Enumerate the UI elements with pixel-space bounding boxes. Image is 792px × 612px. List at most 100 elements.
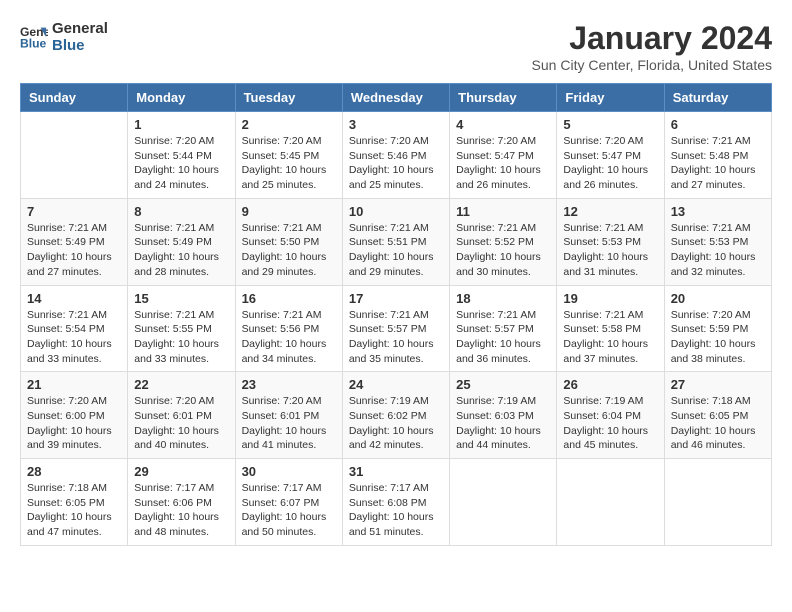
calendar-cell: 30Sunrise: 7:17 AM Sunset: 6:07 PM Dayli…	[235, 459, 342, 546]
day-info: Sunrise: 7:19 AM Sunset: 6:04 PM Dayligh…	[563, 394, 657, 453]
calendar-cell: 27 Sunrise: 7:18 AM Sunset: 6:05 PM Dayli…	[664, 372, 771, 459]
week-row-1: 1 Sunrise: 7:20 AM Sunset: 5:44 PM Daylig…	[21, 112, 772, 199]
day-number: 22	[134, 377, 228, 392]
day-number: 19	[563, 291, 657, 306]
month-title: January 2024	[532, 20, 772, 57]
day-info: Sunrise: 7:18 AM Sunset: 6:05 PM Dayligh…	[671, 394, 765, 453]
day-info: Sunrise: 7:21 AM Sunset: 5:48 PM Dayligh…	[671, 134, 765, 193]
calendar-cell: 5 Sunrise: 7:20 AM Sunset: 5:47 PM Daylig…	[557, 112, 664, 199]
day-number: 3	[349, 117, 443, 132]
calendar-cell: 12 Sunrise: 7:21 AM Sunset: 5:53 PM Dayli…	[557, 198, 664, 285]
calendar-cell: 17 Sunrise: 7:21 AM Sunset: 5:57 PM Dayli…	[342, 285, 449, 372]
day-info: Sunrise: 7:20 AM Sunset: 5:45 PM Dayligh…	[242, 134, 336, 193]
day-number: 20	[671, 291, 765, 306]
calendar-cell: 21 Sunrise: 7:20 AM Sunset: 6:00 PM Dayli…	[21, 372, 128, 459]
calendar-cell	[664, 459, 771, 546]
calendar-cell	[21, 112, 128, 199]
calendar-cell: 1 Sunrise: 7:20 AM Sunset: 5:44 PM Daylig…	[128, 112, 235, 199]
day-number: 17	[349, 291, 443, 306]
week-row-4: 21 Sunrise: 7:20 AM Sunset: 6:00 PM Dayli…	[21, 372, 772, 459]
day-info: Sunrise: 7:21 AM Sunset: 5:54 PM Dayligh…	[27, 308, 121, 367]
day-info: Sunrise: 7:20 AM Sunset: 5:44 PM Dayligh…	[134, 134, 228, 193]
calendar-cell: 20 Sunrise: 7:20 AM Sunset: 5:59 PM Dayli…	[664, 285, 771, 372]
day-number: 26	[563, 377, 657, 392]
calendar-cell: 9Sunrise: 7:21 AM Sunset: 5:50 PM Daylig…	[235, 198, 342, 285]
day-number: 4	[456, 117, 550, 132]
day-info: Sunrise: 7:20 AM Sunset: 5:47 PM Dayligh…	[456, 134, 550, 193]
day-number: 15	[134, 291, 228, 306]
day-info: Sunrise: 7:21 AM Sunset: 5:53 PM Dayligh…	[671, 221, 765, 280]
day-number: 23	[242, 377, 336, 392]
calendar-cell: 14 Sunrise: 7:21 AM Sunset: 5:54 PM Dayli…	[21, 285, 128, 372]
day-info: Sunrise: 7:21 AM Sunset: 5:53 PM Dayligh…	[563, 221, 657, 280]
calendar-cell: 15 Sunrise: 7:21 AM Sunset: 5:55 PM Dayli…	[128, 285, 235, 372]
weekday-header-monday: Monday	[128, 84, 235, 112]
weekday-header-row: SundayMondayTuesdayWednesdayThursdayFrid…	[21, 84, 772, 112]
day-info: Sunrise: 7:20 AM Sunset: 6:00 PM Dayligh…	[27, 394, 121, 453]
day-number: 28	[27, 464, 121, 479]
calendar-cell: 11 Sunrise: 7:21 AM Sunset: 5:52 PM Dayli…	[450, 198, 557, 285]
day-info: Sunrise: 7:17 AM Sunset: 6:08 PM Dayligh…	[349, 481, 443, 540]
day-number: 8	[134, 204, 228, 219]
calendar-cell: 23 Sunrise: 7:20 AM Sunset: 6:01 PM Dayli…	[235, 372, 342, 459]
day-info: Sunrise: 7:21 AM Sunset: 5:57 PM Dayligh…	[349, 308, 443, 367]
week-row-5: 28 Sunrise: 7:18 AM Sunset: 6:05 PM Dayli…	[21, 459, 772, 546]
day-number: 12	[563, 204, 657, 219]
day-info: Sunrise: 7:21 AM Sunset: 5:57 PM Dayligh…	[456, 308, 550, 367]
week-row-3: 14 Sunrise: 7:21 AM Sunset: 5:54 PM Dayli…	[21, 285, 772, 372]
calendar-cell: 8 Sunrise: 7:21 AM Sunset: 5:49 PM Daylig…	[128, 198, 235, 285]
svg-text:Blue: Blue	[20, 36, 47, 50]
day-info: Sunrise: 7:21 AM Sunset: 5:49 PM Dayligh…	[27, 221, 121, 280]
calendar-cell: 28 Sunrise: 7:18 AM Sunset: 6:05 PM Dayli…	[21, 459, 128, 546]
day-number: 7	[27, 204, 121, 219]
day-number: 10	[349, 204, 443, 219]
logo-icon: General Blue	[20, 23, 48, 51]
calendar-cell: 13 Sunrise: 7:21 AM Sunset: 5:53 PM Dayli…	[664, 198, 771, 285]
calendar-cell: 29Sunrise: 7:17 AM Sunset: 6:06 PM Dayli…	[128, 459, 235, 546]
day-number: 11	[456, 204, 550, 219]
day-number: 1	[134, 117, 228, 132]
weekday-header-saturday: Saturday	[664, 84, 771, 112]
calendar-cell: 31 Sunrise: 7:17 AM Sunset: 6:08 PM Dayli…	[342, 459, 449, 546]
day-info: Sunrise: 7:20 AM Sunset: 6:01 PM Dayligh…	[242, 394, 336, 453]
day-number: 9	[242, 204, 336, 219]
day-info: Sunrise: 7:20 AM Sunset: 5:47 PM Dayligh…	[563, 134, 657, 193]
weekday-header-tuesday: Tuesday	[235, 84, 342, 112]
day-info: Sunrise: 7:17 AM Sunset: 6:06 PM Dayligh…	[134, 481, 228, 540]
calendar-cell: 25Sunrise: 7:19 AM Sunset: 6:03 PM Dayli…	[450, 372, 557, 459]
day-number: 21	[27, 377, 121, 392]
day-info: Sunrise: 7:19 AM Sunset: 6:02 PM Dayligh…	[349, 394, 443, 453]
day-number: 27	[671, 377, 765, 392]
calendar-cell: 16Sunrise: 7:21 AM Sunset: 5:56 PM Dayli…	[235, 285, 342, 372]
day-info: Sunrise: 7:21 AM Sunset: 5:58 PM Dayligh…	[563, 308, 657, 367]
day-number: 18	[456, 291, 550, 306]
weekday-header-wednesday: Wednesday	[342, 84, 449, 112]
day-number: 16	[242, 291, 336, 306]
calendar-cell: 10 Sunrise: 7:21 AM Sunset: 5:51 PM Dayli…	[342, 198, 449, 285]
day-number: 2	[242, 117, 336, 132]
calendar-cell	[557, 459, 664, 546]
location: Sun City Center, Florida, United States	[532, 57, 772, 73]
calendar-cell	[450, 459, 557, 546]
day-info: Sunrise: 7:18 AM Sunset: 6:05 PM Dayligh…	[27, 481, 121, 540]
logo: General Blue General Blue	[20, 20, 108, 54]
calendar-cell: 22Sunrise: 7:20 AM Sunset: 6:01 PM Dayli…	[128, 372, 235, 459]
day-info: Sunrise: 7:17 AM Sunset: 6:07 PM Dayligh…	[242, 481, 336, 540]
day-info: Sunrise: 7:21 AM Sunset: 5:52 PM Dayligh…	[456, 221, 550, 280]
day-number: 5	[563, 117, 657, 132]
week-row-2: 7 Sunrise: 7:21 AM Sunset: 5:49 PM Daylig…	[21, 198, 772, 285]
day-info: Sunrise: 7:20 AM Sunset: 5:59 PM Dayligh…	[671, 308, 765, 367]
day-number: 13	[671, 204, 765, 219]
day-number: 14	[27, 291, 121, 306]
day-number: 24	[349, 377, 443, 392]
calendar-cell: 7 Sunrise: 7:21 AM Sunset: 5:49 PM Daylig…	[21, 198, 128, 285]
day-info: Sunrise: 7:20 AM Sunset: 5:46 PM Dayligh…	[349, 134, 443, 193]
calendar-cell: 24 Sunrise: 7:19 AM Sunset: 6:02 PM Dayli…	[342, 372, 449, 459]
day-info: Sunrise: 7:21 AM Sunset: 5:51 PM Dayligh…	[349, 221, 443, 280]
weekday-header-friday: Friday	[557, 84, 664, 112]
logo-general: General	[52, 20, 108, 37]
day-info: Sunrise: 7:21 AM Sunset: 5:49 PM Dayligh…	[134, 221, 228, 280]
day-info: Sunrise: 7:21 AM Sunset: 5:55 PM Dayligh…	[134, 308, 228, 367]
calendar-cell: 2 Sunrise: 7:20 AM Sunset: 5:45 PM Daylig…	[235, 112, 342, 199]
day-number: 31	[349, 464, 443, 479]
